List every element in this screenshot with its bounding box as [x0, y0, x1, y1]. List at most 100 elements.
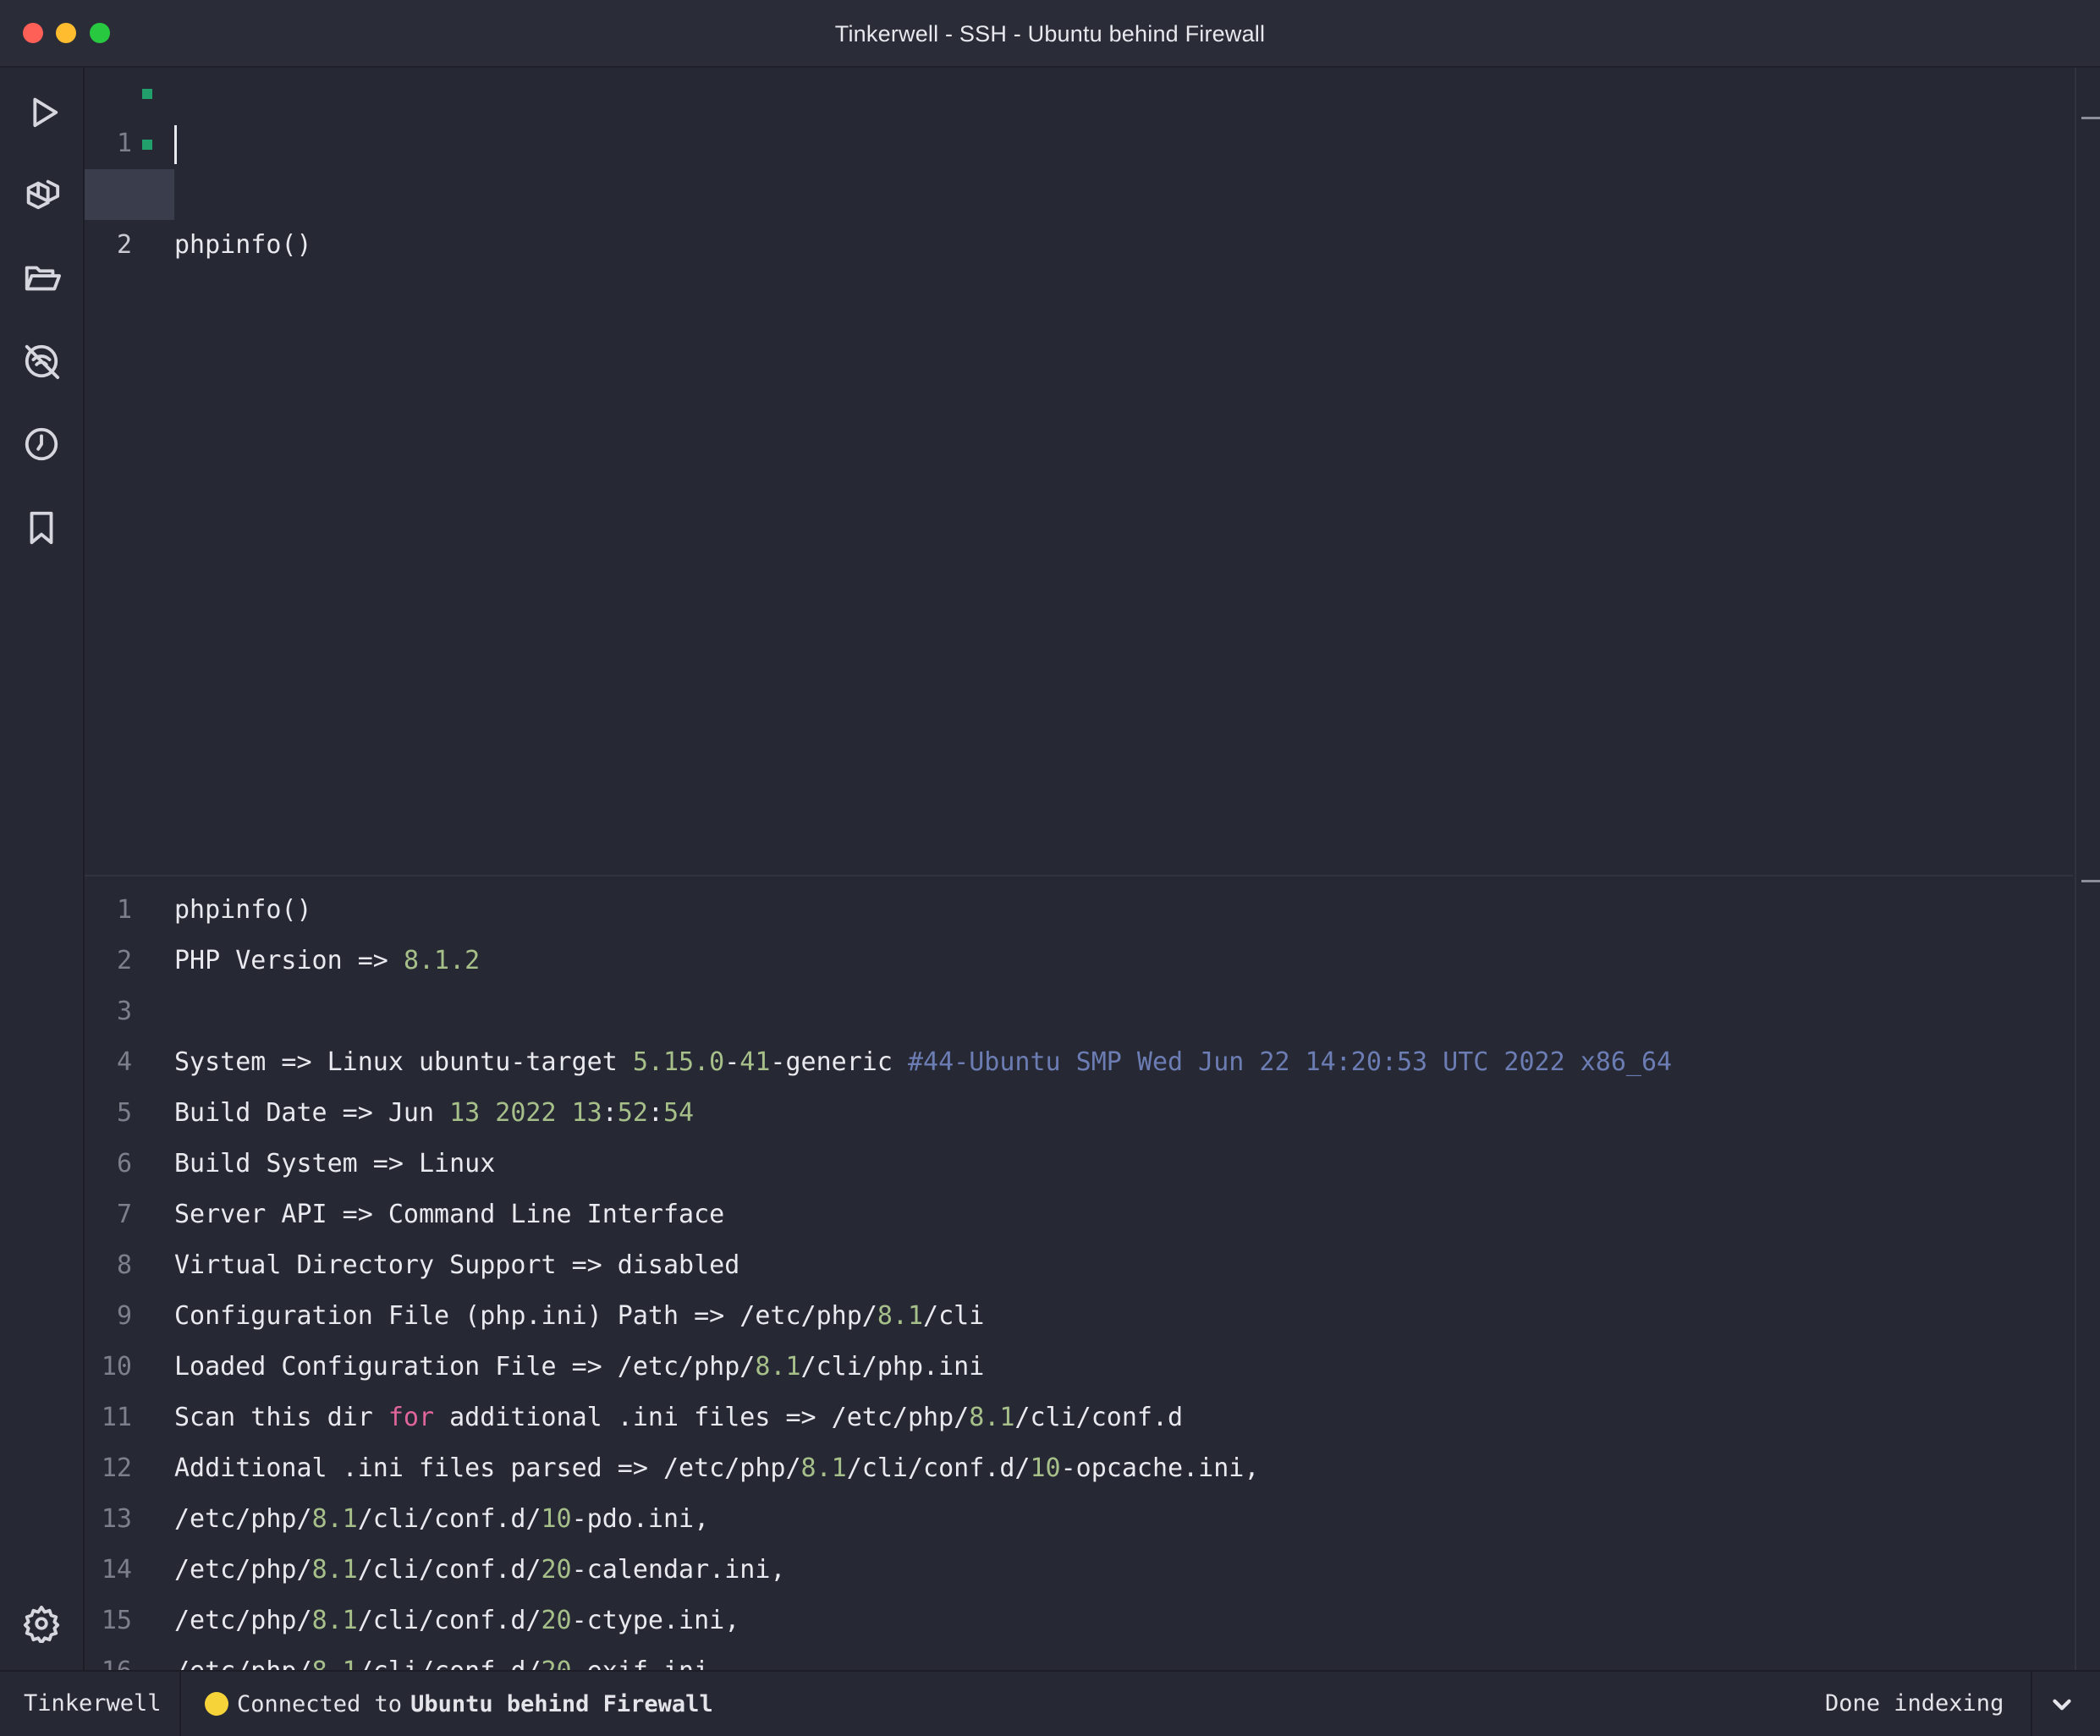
output-scroll-marker — [2081, 880, 2100, 882]
number-token: 10 — [541, 1504, 572, 1534]
output-text: Virtual Directory Support => disabled — [174, 1240, 739, 1291]
text-token: /cli/conf.d/ — [357, 1504, 541, 1534]
output-line: 16/etc/php/8.1/cli/conf.d/20-exif.ini, — [85, 1646, 2073, 1672]
text-token: -pdo.ini, — [571, 1504, 710, 1534]
line-number: 2 — [116, 230, 132, 260]
text-token: additional .ini files => /etc/php/ — [434, 1403, 970, 1432]
output-panel[interactable]: 1 phpinfo() 2 PHP Version => 8.1.2 3 4 System … — [85, 875, 2073, 1672]
output-line: 3 — [85, 986, 2073, 1037]
line-number: 9 — [116, 1301, 132, 1331]
number-token: 8.1 — [311, 1504, 358, 1534]
text-token: /cli — [923, 1301, 985, 1331]
laravel-icon[interactable] — [17, 170, 66, 219]
line-number: 15 — [101, 1606, 132, 1635]
folder-open-icon[interactable] — [17, 253, 66, 302]
output-text: Build Date => Jun 13 2022 13:52:54 — [174, 1088, 694, 1139]
editor-scroll-marker — [2081, 117, 2100, 119]
app-label[interactable]: Tinkerwell — [24, 1672, 162, 1736]
output-line: 5 Build Date => Jun 13 2022 13:52:54 — [85, 1088, 2073, 1139]
text-token: /cli/php.ini — [800, 1352, 985, 1382]
output-text: Additional .ini files parsed => /etc/php… — [174, 1443, 1259, 1494]
output-line: 7 Server API => Command Line Interface — [85, 1189, 2073, 1240]
text-token: Build System => Linux — [174, 1149, 496, 1178]
app-window: Tinkerwell - SSH - Ubuntu behind Firewal… — [0, 0, 2100, 1736]
status-bar: Tinkerwell Connected to Ubuntu behind Fi… — [0, 1670, 2100, 1736]
output-line: 8 Virtual Directory Support => disabled — [85, 1240, 2073, 1291]
line-number: 10 — [101, 1352, 132, 1382]
no-signal-icon[interactable] — [17, 337, 66, 386]
code-editor[interactable]: 1 phpinfo() 2 — [85, 68, 2073, 873]
number-token: 2022 — [495, 1098, 557, 1128]
line-number: 11 — [101, 1403, 132, 1432]
gear-icon[interactable] — [17, 1599, 66, 1648]
line-number: 4 — [116, 1047, 132, 1077]
text-token: - — [724, 1047, 740, 1077]
text-token: /etc/php/ — [174, 1555, 312, 1585]
output-text: Scan this dir for additional .ini files … — [174, 1393, 1183, 1443]
text-token: -generic — [770, 1047, 908, 1077]
play-icon[interactable] — [17, 86, 66, 135]
output-line: 1 phpinfo() — [85, 885, 2073, 936]
indexing-status: Done indexing — [1825, 1690, 2004, 1717]
output-text: Configuration File (php.ini) Path => /et… — [174, 1291, 984, 1342]
number-token: 13 — [449, 1098, 481, 1128]
text-token: Server API => Command Line Interface — [174, 1200, 725, 1229]
line-number: 13 — [101, 1504, 132, 1534]
line-number: 5 — [116, 1098, 132, 1128]
text-token: Build Date => Jun — [174, 1098, 450, 1128]
gutter-marker — [142, 140, 152, 150]
number-token: 8.1 — [969, 1403, 1015, 1432]
line-number: 12 — [101, 1453, 132, 1483]
window-title: Tinkerwell - SSH - Ubuntu behind Firewal… — [834, 21, 1266, 47]
text-token: -opcache.ini, — [1060, 1453, 1260, 1483]
text-token: /cli/conf.d/ — [357, 1555, 541, 1585]
gutter-marker — [142, 89, 152, 99]
output-line: 10 Loaded Configuration File => /etc/php/… — [85, 1342, 2073, 1393]
editor-line: 1 phpinfo() — [85, 68, 2073, 260]
number-token: 5.15.0 — [632, 1047, 725, 1077]
number-token: 20 — [541, 1606, 572, 1635]
output-text: Loaded Configuration File => /etc/php/8.… — [174, 1342, 984, 1393]
bookmark-icon[interactable] — [17, 503, 66, 552]
text-token: -calendar.ini, — [571, 1555, 786, 1585]
output-text: /etc/php/8.1/cli/conf.d/20-calendar.ini, — [174, 1545, 786, 1596]
connection-prefix: Connected to — [237, 1690, 403, 1717]
output-text: /etc/php/8.1/cli/conf.d/20-exif.ini, — [174, 1646, 724, 1672]
title-bar: Tinkerwell - SSH - Ubuntu behind Firewal… — [0, 0, 2100, 68]
output-text: Build System => Linux — [174, 1139, 495, 1189]
scrollbar[interactable] — [2075, 68, 2100, 1670]
output-line: 6 Build System => Linux — [85, 1139, 2073, 1189]
output-line: 15/etc/php/8.1/cli/conf.d/20-ctype.ini, — [85, 1596, 2073, 1646]
text-token: -ctype.ini, — [571, 1606, 740, 1635]
number-token: 52 — [617, 1098, 648, 1128]
output-line: 4 System => Linux ubuntu-target 5.15.0-41… — [85, 1037, 2073, 1088]
connection-status-dot — [205, 1692, 228, 1716]
keyword-token: for — [388, 1403, 435, 1432]
line-number: 2 — [116, 946, 132, 975]
number-token: 10 — [1030, 1453, 1061, 1483]
line-number: 6 — [116, 1149, 132, 1178]
output-line: 13/etc/php/8.1/cli/conf.d/10-pdo.ini, — [85, 1494, 2073, 1545]
comment-token: #44-Ubuntu SMP Wed Jun 22 14:20:53 UTC 2… — [907, 1047, 1673, 1077]
connection-status[interactable]: Connected to Ubuntu behind Firewall — [205, 1672, 713, 1736]
text-token: : — [602, 1098, 618, 1128]
number-token: 8.1.2 — [403, 946, 481, 975]
text-token: : — [647, 1098, 663, 1128]
output-text: Server API => Command Line Interface — [174, 1189, 724, 1240]
output-text: /etc/php/8.1/cli/conf.d/20-ctype.ini, — [174, 1596, 739, 1646]
line-number: 16 — [101, 1656, 132, 1672]
text-token: PHP Version => — [174, 946, 404, 975]
text-token: Configuration File (php.ini) Path => /et… — [174, 1301, 877, 1331]
output-text: System => Linux ubuntu-target 5.15.0-41-… — [174, 1037, 1672, 1088]
text-token: /etc/php/ — [174, 1504, 312, 1534]
divider — [179, 1672, 181, 1736]
number-token: 8.1 — [311, 1606, 358, 1635]
divider — [2031, 1672, 2032, 1736]
text-cursor — [174, 125, 177, 164]
text-token: /cli/conf.d/ — [846, 1453, 1031, 1483]
chevron-down-icon[interactable] — [2048, 1690, 2076, 1719]
line-number: 3 — [116, 997, 132, 1026]
output-line: 9 Configuration File (php.ini) Path => /e… — [85, 1291, 2073, 1342]
clock-icon[interactable] — [17, 420, 66, 469]
